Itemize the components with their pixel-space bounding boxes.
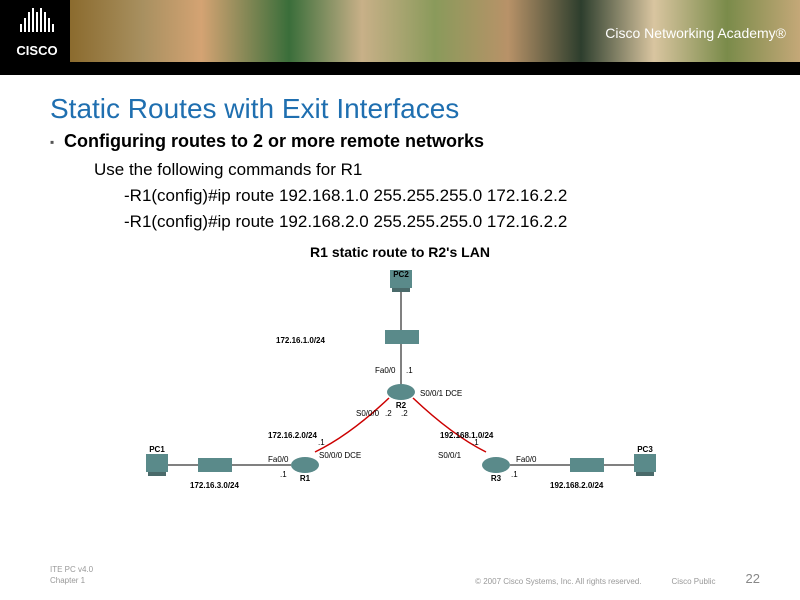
command-2: -R1(config)#ip route 192.168.2.0 255.255… <box>124 212 750 232</box>
switch-left-icon <box>198 458 232 472</box>
s000: S0/0/0 <box>356 409 380 418</box>
switch-right-icon <box>570 458 604 472</box>
net5-label: 192.168.2.0/24 <box>550 481 604 490</box>
r1-icon <box>291 457 319 473</box>
oct22b: .2 <box>401 409 408 418</box>
switch-top-icon <box>385 330 419 344</box>
footer-public: Cisco Public <box>672 577 716 586</box>
page-number: 22 <box>746 571 760 586</box>
r2-icon <box>387 384 415 400</box>
s001dce: S0/0/1 DCE <box>420 389 462 398</box>
oct-r3fa: .1 <box>511 470 518 479</box>
academy-brand: Cisco Networking Academy® <box>605 25 786 41</box>
net1-label: 172.16.3.0/24 <box>190 481 239 490</box>
pc1-icon <box>146 454 168 476</box>
oct22a: .2 <box>385 409 392 418</box>
r1-label: R1 <box>300 474 311 483</box>
footer-course: ITE PC v4.0 <box>50 565 93 575</box>
net4-label: 192.168.1.0/24 <box>440 431 494 440</box>
header-strip <box>0 62 800 75</box>
pc3-icon <box>634 454 656 476</box>
s000dce: S0/0/0 DCE <box>319 451 361 460</box>
oct-r1s1: .1 <box>318 438 325 447</box>
oct-r2-fa: .1 <box>406 366 413 375</box>
slide-content: Static Routes with Exit Interfaces Confi… <box>0 75 800 530</box>
network-diagram: R1 static route to R2's LAN PC2 172.16.1… <box>120 244 680 530</box>
cisco-logo-text: CISCO <box>10 43 64 58</box>
serial-r1-r2 <box>315 398 389 452</box>
s001: S0/0/1 <box>438 451 462 460</box>
subheading: Configuring routes to 2 or more remote n… <box>50 131 750 152</box>
instruction-line: Use the following commands for R1 <box>94 160 750 180</box>
slide-title: Static Routes with Exit Interfaces <box>50 93 750 125</box>
header-band: CISCO Cisco Networking Academy® <box>0 0 800 75</box>
footer-copyright: © 2007 Cisco Systems, Inc. All rights re… <box>475 577 641 586</box>
pc1-label: PC1 <box>149 445 165 454</box>
pc3-label: PC3 <box>637 445 653 454</box>
r3-icon <box>482 457 510 473</box>
footer-chapter: Chapter 1 <box>50 576 93 586</box>
cisco-logo: CISCO <box>10 8 64 66</box>
pc2-label: PC2 <box>393 270 409 279</box>
oct-r3s1: .1 <box>472 438 479 447</box>
net3-label: 172.16.1.0/24 <box>276 336 325 345</box>
diagram-title: R1 static route to R2's LAN <box>120 244 680 260</box>
topology-svg: PC2 172.16.1.0/24 Fa0/0 .1 R2 S0/0/1 DCE… <box>120 270 680 510</box>
command-1: -R1(config)#ip route 192.168.1.0 255.255… <box>124 186 750 206</box>
fa00-r1: Fa0/0 <box>268 455 289 464</box>
fa00-r2: Fa0/0 <box>375 366 396 375</box>
r3-label: R3 <box>491 474 502 483</box>
net2-label: 172.16.2.0/24 <box>268 431 317 440</box>
fa00-r3: Fa0/0 <box>516 455 537 464</box>
oct-r1fa: .1 <box>280 470 287 479</box>
slide-footer: ITE PC v4.0 Chapter 1 © 2007 Cisco Syste… <box>50 565 760 586</box>
